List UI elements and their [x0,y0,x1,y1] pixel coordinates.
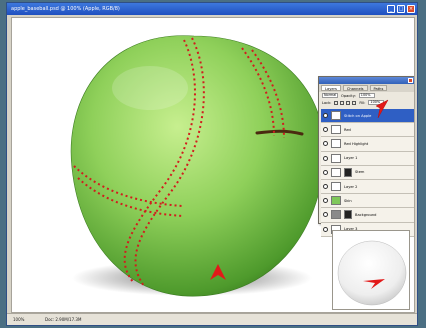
layer-row-layer-2[interactable]: Layer 2 [321,179,414,195]
layer-name: Red [344,127,351,132]
maximize-button[interactable]: □ [397,5,405,13]
layer-row-layer-1[interactable]: Layer 1 [321,151,414,166]
layer-thumbnail [331,210,341,220]
lock-fill-row: Lock: Fill: 100% [319,99,414,106]
eye-icon[interactable] [323,184,328,190]
blend-opacity-row: Normal Opacity: 100% [319,92,414,99]
fill-label: Fill: [359,100,366,105]
eye-icon[interactable] [323,141,328,147]
close-button[interactable]: × [407,5,415,13]
photoshop-window: apple_baseball.psd @ 100% (Apple, RGB/8)… [6,2,418,326]
tab-layers[interactable]: Layers [321,85,341,91]
layers-panel: Layers Channels Paths Normal Opacity: 10… [318,76,414,237]
minimize-button[interactable]: _ [387,5,395,13]
lock-label: Lock: [322,100,332,105]
layer-thumbnail [331,196,341,206]
layer-row-red-highlight[interactable]: Red Highlight [321,137,414,152]
document-size: Doc: 2.90M/17.3M [45,317,82,322]
layers-panel-tabs: Layers Channels Paths [319,84,414,92]
layers-panel-close-icon[interactable] [408,78,413,83]
eye-icon[interactable] [323,198,328,204]
tab-paths[interactable]: Paths [369,85,388,91]
status-bar: 100% Doc: 2.90M/17.3M [7,313,417,325]
layer-name: Background [355,212,377,217]
eye-icon[interactable] [323,226,328,232]
layer-thumbnail [331,153,341,163]
layer-thumbnail [331,167,341,177]
layer-name: Skin [344,198,352,203]
layer-thumbnail [331,111,341,121]
lock-pixels-icon[interactable] [340,100,345,105]
layer-mask-thumbnail [344,167,352,177]
eye-icon[interactable] [323,212,328,218]
lock-position-icon[interactable] [346,100,351,105]
layers-panel-titlebar[interactable] [319,77,414,84]
red-pointer-icon [375,99,389,119]
inset-sphere-illustration [337,240,407,306]
layer-name: Stem [355,170,365,175]
layer-mask-thumbnail [344,210,352,220]
lock-transparency-icon[interactable] [334,100,339,105]
layer-name: Layer 2 [344,184,358,189]
layer-thumbnail [331,182,341,192]
tab-channels[interactable]: Channels [342,85,368,91]
eye-icon[interactable] [323,113,328,119]
layer-list: Stitch on Apple Red Red Highlight Layer … [321,109,414,237]
window-title: apple_baseball.psd @ 100% (Apple, RGB/8) [11,6,120,12]
layer-row-red[interactable]: Red [321,123,414,138]
layer-name: Red Highlight [344,141,369,146]
layer-name: Layer 1 [344,156,358,161]
opacity-label: Opacity: [341,93,356,98]
layer-row-background[interactable]: Background [321,208,414,223]
layer-thumbnail [331,139,341,149]
eye-icon[interactable] [323,155,328,161]
zoom-level[interactable]: 100% [13,317,24,322]
title-bar[interactable]: apple_baseball.psd @ 100% (Apple, RGB/8)… [7,3,417,15]
lock-icons [334,100,357,105]
eye-icon[interactable] [323,169,328,175]
document-canvas[interactable]: Layers Channels Paths Normal Opacity: 10… [11,17,415,313]
inset-preview [332,230,410,310]
blend-mode-select[interactable]: Normal [322,93,338,98]
layer-row-skin[interactable]: Skin [321,194,414,209]
layer-row-stem[interactable]: Stem [321,165,414,180]
eye-icon[interactable] [323,127,328,133]
lock-all-icon[interactable] [352,100,357,105]
layer-thumbnail [331,125,341,135]
